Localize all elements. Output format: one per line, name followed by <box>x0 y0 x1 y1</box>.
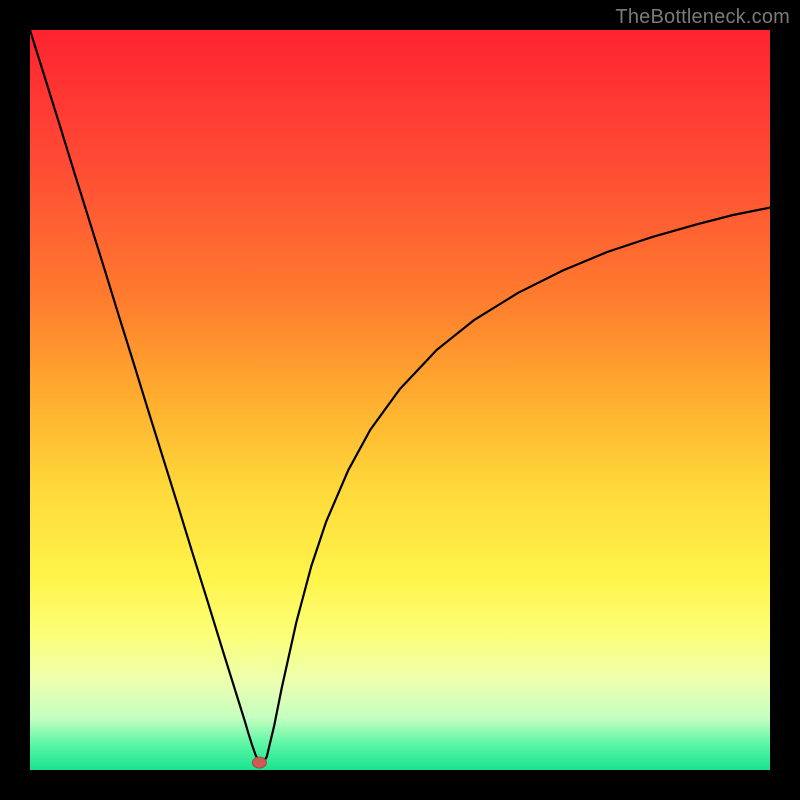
chart-svg <box>30 30 770 770</box>
plot-area <box>30 30 770 770</box>
gradient-background <box>30 30 770 770</box>
optimum-marker <box>252 757 266 768</box>
chart-frame: TheBottleneck.com <box>0 0 800 800</box>
watermark-text: TheBottleneck.com <box>615 6 790 29</box>
